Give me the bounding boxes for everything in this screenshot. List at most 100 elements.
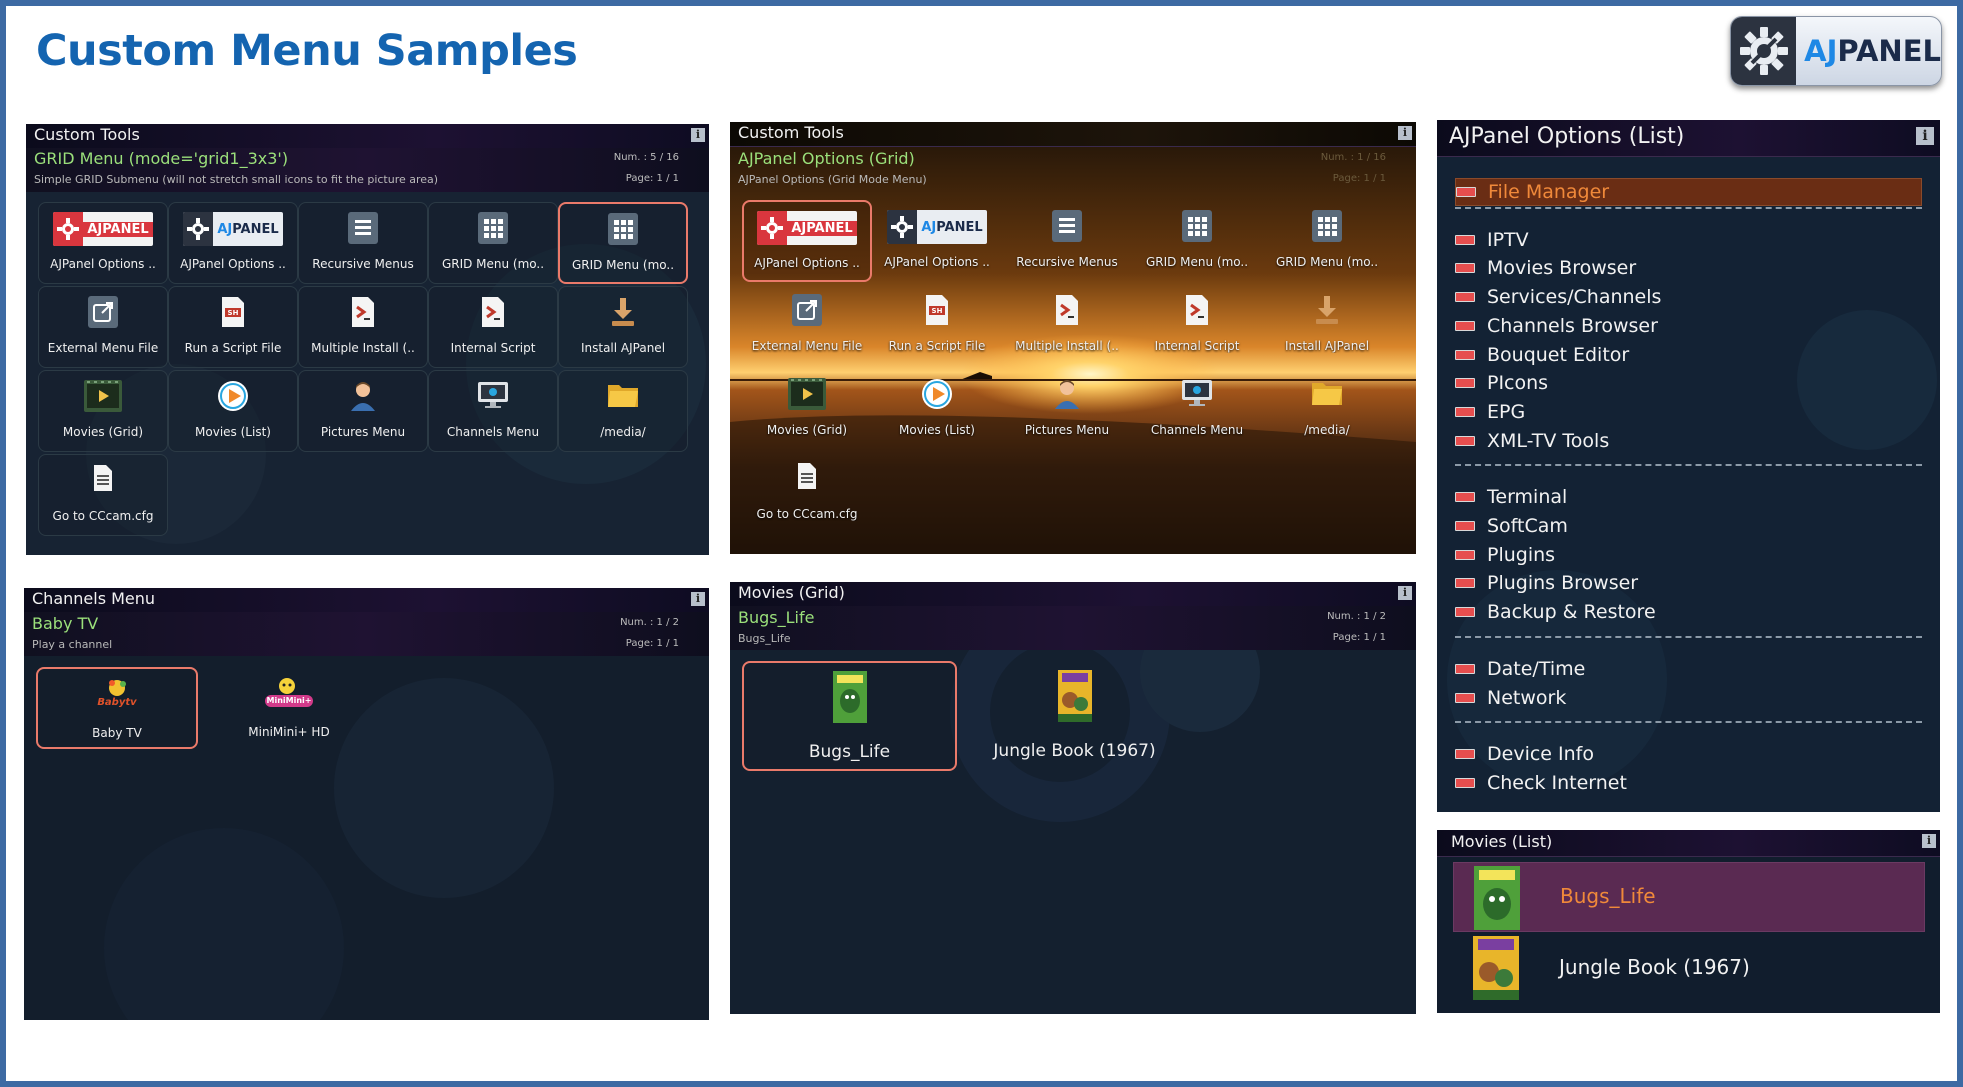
grid-item[interactable]: GRID Menu (mo.. [558,202,688,284]
list-item[interactable]: EPG [1455,401,1525,423]
list-item[interactable]: Device Info [1455,743,1594,765]
list-item[interactable]: Backup & Restore [1455,601,1656,623]
channels-menu-panel: Channels Menu i Baby TV Play a channel N… [24,588,709,1020]
channel-label: MiniMini+ HD [248,725,330,739]
grid-item[interactable]: Go to CCcam.cfg [38,454,168,536]
grid-item[interactable]: Recursive Menus [298,202,428,284]
list-item-label: Date/Time [1487,657,1586,680]
grid-item[interactable]: Install AJPanel [1262,284,1392,366]
terminal-file-icon [1054,294,1080,330]
grid-item[interactable]: AJPANEL AJPanel Options .. [38,202,168,284]
movie-label: Jungle Book (1967) [993,741,1156,761]
grid-item[interactable]: Internal Script [428,286,558,368]
list-item[interactable]: PIcons [1455,372,1548,394]
grid-item[interactable]: Movies (List) [872,368,1002,450]
info-icon[interactable]: i [1916,127,1934,145]
grid-item[interactable]: Multiple Install (.. [1002,284,1132,366]
grid-item-label: GRID Menu (mo.. [571,258,675,272]
list-item[interactable]: Plugins Browser [1455,572,1638,594]
list-item[interactable]: IPTV [1455,229,1529,251]
menu-description: Play a channel [32,638,113,651]
movies-list-panel: Movies (List) i Bugs_Life Jungle Book (1… [1437,830,1940,1013]
list-item-label: File Manager [1488,181,1610,203]
list-item[interactable]: Services/Channels [1455,286,1661,308]
grid-item-label: Go to CCcam.cfg [52,509,154,523]
info-icon[interactable]: i [1398,126,1412,140]
list-item[interactable]: XML-TV Tools [1455,430,1609,452]
grid-item-label: Run a Script File [888,339,986,353]
list-item[interactable]: Plugins [1455,544,1555,566]
grid-item[interactable]: Install AJPanel [558,286,688,368]
movie-list-item-bugs-life[interactable]: Bugs_Life [1453,862,1925,932]
grid-item[interactable]: Recursive Menus [1002,200,1132,282]
options-list-panel: AJPanel Options (List) i File Manager IPT… [1437,120,1940,812]
movie-item-bugs-life[interactable]: Bugs_Life [742,661,957,771]
list-item-label: XML-TV Tools [1487,429,1610,452]
movie-list-item-jungle-book[interactable]: Jungle Book (1967) [1453,934,1925,1004]
grid-item[interactable]: Channels Menu [1132,368,1262,450]
terminal-file-icon [350,296,376,332]
grid-item[interactable]: External Menu File [38,286,168,368]
grid-item[interactable]: Movies (List) [168,370,298,452]
terminal-file-icon [480,296,506,332]
menu-item-icon [1455,777,1475,788]
grid-item[interactable]: Channels Menu [428,370,558,452]
grid-item-label: AJPanel Options .. [754,256,860,270]
svg-text:SH: SH [932,307,943,315]
grid-item-label: Install AJPanel [580,341,666,355]
grid-item[interactable]: Pictures Menu [1002,368,1132,450]
grid-item[interactable]: Multiple Install (.. [298,286,428,368]
list-item-label: IPTV [1487,228,1529,251]
bugs-life-poster-icon [832,671,867,727]
list-item[interactable]: Network [1455,687,1566,709]
grid-item-label: External Menu File [751,339,863,353]
list-item[interactable]: SoftCam [1455,515,1568,537]
list-item[interactable]: Date/Time [1455,658,1585,680]
list-item-label: Backup & Restore [1487,601,1656,624]
menu-description: AJPanel Options (Grid Mode Menu) [738,173,927,186]
list-item[interactable]: Movies Browser [1455,257,1636,279]
list-item-label: Check Internet [1487,771,1627,794]
grid-item[interactable]: /media/ [1262,368,1392,450]
movie-item-jungle-book[interactable]: Jungle Book (1967) [967,661,1182,771]
list-item[interactable]: File Manager [1455,178,1922,206]
menu-item-icon [1455,263,1475,274]
grid-item-label: Pictures Menu [320,425,406,439]
list-item[interactable]: Channels Browser [1455,315,1658,337]
grid-item[interactable]: SH Run a Script File [872,284,1002,366]
header-strip [730,606,1416,650]
grid-item[interactable]: /media/ [558,370,688,452]
window-title: Custom Tools [738,123,844,142]
grid-item-label: AJPanel Options .. [50,257,156,271]
list-item-label: Terminal [1487,486,1568,509]
menu-item-icon [1455,292,1475,303]
grid-item[interactable]: GRID Menu (mo.. [1132,200,1262,282]
ajpanel-red-logo-icon: AJPANEL [757,211,857,245]
grid-item[interactable]: Pictures Menu [298,370,428,452]
grid-item[interactable]: Go to CCcam.cfg [742,452,872,534]
menu-list-icon [348,212,378,248]
grid-item[interactable]: AJPANEL AJPanel Options .. [872,200,1002,282]
channel-item-minimini[interactable]: MiniMini+ MiniMini+ HD [208,667,370,749]
grid-item[interactable]: External Menu File [742,284,872,366]
grid-item[interactable]: SH Run a Script File [168,286,298,368]
item-counter: Num. : 1 / 2 [620,617,679,628]
list-item[interactable]: Check Internet [1455,772,1627,794]
channel-item-baby-tv[interactable]: Babytv Baby TV [36,667,198,749]
info-icon[interactable]: i [691,128,705,142]
menu-item-icon [1455,349,1475,360]
grid-item[interactable]: AJPANEL AJPanel Options .. [742,200,872,282]
list-item[interactable]: Bouquet Editor [1455,344,1629,366]
grid-item[interactable]: Movies (Grid) [742,368,872,450]
download-icon [608,296,638,332]
list-item[interactable]: Terminal [1455,486,1567,508]
grid-item[interactable]: GRID Menu (mo.. [428,202,558,284]
grid-item[interactable]: AJPANEL AJPanel Options .. [168,202,298,284]
grid-item[interactable]: GRID Menu (mo.. [1262,200,1392,282]
info-icon[interactable]: i [691,592,705,606]
info-icon[interactable]: i [1398,586,1412,600]
info-icon[interactable]: i [1922,834,1936,848]
grid-item[interactable]: Movies (Grid) [38,370,168,452]
grid-item[interactable]: Internal Script [1132,284,1262,366]
movies-grid-panel: Movies (Grid) i Bugs_Life Bugs_Life Num.… [730,582,1416,1014]
